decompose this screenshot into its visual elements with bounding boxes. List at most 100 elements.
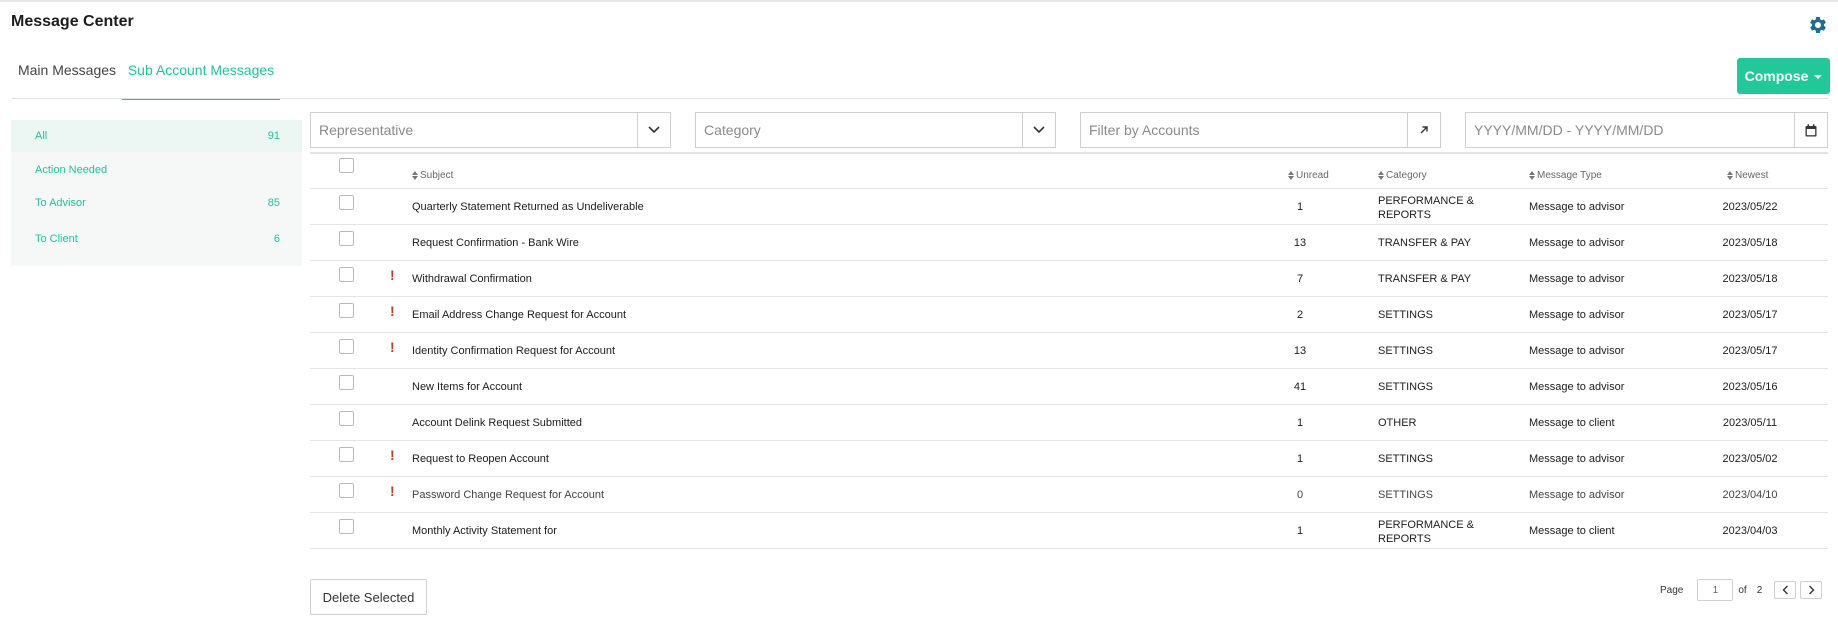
category-select[interactable] (696, 113, 1022, 147)
row-unread: 7 (1296, 273, 1304, 285)
category-dropdown-button[interactable] (1022, 113, 1055, 147)
row-checkbox[interactable] (339, 303, 354, 318)
sort-icon (1288, 171, 1294, 180)
calendar-icon (1805, 123, 1817, 136)
total-pages: 2 (1756, 584, 1763, 596)
sidebar-item-action-needed[interactable]: Action Needed (11, 154, 302, 186)
row-unread: 0 (1296, 489, 1304, 501)
column-header-message-type[interactable]: Message Type (1529, 170, 1602, 181)
row-subject: Request Confirmation - Bank Wire (412, 237, 579, 249)
row-checkbox[interactable] (339, 411, 354, 426)
alert-icon: ! (390, 303, 395, 319)
top-border (0, 0, 1838, 2)
row-checkbox[interactable] (339, 483, 354, 498)
tabs-divider (12, 98, 1828, 99)
column-header-subject[interactable]: Subject (412, 170, 453, 181)
select-all-checkbox[interactable] (339, 158, 354, 173)
sidebar-item-count: 6 (273, 233, 280, 245)
sidebar-item-label: To Client (35, 233, 78, 245)
row-checkbox[interactable] (339, 339, 354, 354)
row-message-type: Message to advisor (1529, 345, 1625, 357)
row-checkbox[interactable] (339, 519, 354, 534)
alert-icon: ! (390, 483, 395, 499)
table-row[interactable]: ! Withdrawal Confirmation 7 TRANSFER & P… (310, 261, 1828, 297)
row-message-type: Message to advisor (1529, 237, 1625, 249)
gear-icon[interactable] (1808, 15, 1828, 35)
table-row[interactable]: Quarterly Statement Returned as Undelive… (310, 189, 1828, 225)
row-checkbox[interactable] (339, 375, 354, 390)
of-label: of (1738, 584, 1747, 596)
table-header: Subject Unread Category Message Type New… (310, 152, 1828, 189)
table-row[interactable]: Request Confirmation - Bank Wire 13 TRAN… (310, 225, 1828, 261)
delete-selected-button[interactable]: Delete Selected (310, 579, 427, 615)
row-checkbox[interactable] (339, 267, 354, 282)
sidebar-item-all[interactable]: All 91 (11, 120, 302, 152)
table-row[interactable]: Monthly Activity Statement for 1 PERFORM… (310, 513, 1828, 549)
chevron-left-icon (1782, 585, 1788, 595)
row-message-type: Message to advisor (1529, 489, 1625, 501)
table-row[interactable]: New Items for Account 41 SETTINGS Messag… (310, 369, 1828, 405)
representative-dropdown-button[interactable] (637, 113, 670, 147)
sort-icon (1727, 171, 1733, 180)
page-number-input[interactable] (1697, 579, 1734, 601)
alert-icon: ! (390, 267, 395, 283)
tab-sub-account-messages[interactable]: Sub Account Messages (122, 50, 280, 100)
row-message-type: Message to advisor (1529, 453, 1625, 465)
table-row[interactable]: Account Delink Request Submitted 1 OTHER… (310, 405, 1828, 441)
table-row[interactable]: ! Identity Confirmation Request for Acco… (310, 333, 1828, 369)
date-range-input[interactable] (1466, 113, 1794, 147)
row-newest: 2023/04/03 (1722, 525, 1778, 537)
row-unread: 1 (1296, 525, 1304, 537)
row-newest: 2023/05/11 (1722, 417, 1778, 429)
sidebar-item-label: Action Needed (35, 164, 108, 176)
prev-page-button[interactable] (1774, 581, 1797, 599)
pagination: Page of 2 (1660, 579, 1823, 601)
chevron-down-icon (1033, 126, 1045, 134)
row-unread: 1 (1296, 453, 1304, 465)
row-category: OTHER (1378, 417, 1417, 429)
row-subject: Quarterly Statement Returned as Undelive… (412, 201, 644, 213)
row-message-type: Message to advisor (1529, 201, 1625, 213)
table-row[interactable]: ! Request to Reopen Account 1 SETTINGS M… (310, 441, 1828, 477)
category-filter (695, 112, 1056, 148)
row-message-type: Message to advisor (1529, 273, 1625, 285)
row-message-type: Message to advisor (1529, 381, 1625, 393)
row-checkbox[interactable] (339, 231, 354, 246)
column-header-category[interactable]: Category (1378, 170, 1427, 181)
row-checkbox[interactable] (339, 195, 354, 210)
row-subject: Identity Confirmation Request for Accoun… (412, 345, 615, 357)
accounts-filter-button[interactable] (1407, 113, 1440, 147)
compose-label: Compose (1744, 68, 1809, 84)
accounts-input[interactable] (1081, 113, 1407, 147)
representative-select[interactable] (311, 113, 637, 147)
table-row[interactable]: ! Password Change Request for Account 0 … (310, 477, 1828, 513)
row-subject: Monthly Activity Statement for (412, 525, 557, 537)
messages-table: Subject Unread Category Message Type New… (310, 152, 1828, 549)
sort-icon (1529, 171, 1535, 180)
row-unread: 1 (1296, 201, 1304, 213)
table-row[interactable]: ! Email Address Change Request for Accou… (310, 297, 1828, 333)
row-subject: Withdrawal Confirmation (412, 273, 532, 285)
sidebar-item-to-advisor[interactable]: To Advisor 85 (11, 187, 302, 219)
row-category: PERFORMANCE & REPORTS (1378, 195, 1474, 221)
tab-bar: Main Messages Sub Account Messages (0, 50, 1838, 100)
sidebar-item-to-client[interactable]: To Client 6 (11, 223, 302, 255)
tab-main-messages[interactable]: Main Messages (12, 50, 122, 100)
row-unread: 41 (1293, 381, 1307, 393)
representative-filter (310, 112, 671, 148)
row-category: TRANSFER & PAY (1378, 273, 1472, 285)
compose-button[interactable]: Compose (1737, 58, 1830, 94)
date-picker-button[interactable] (1794, 113, 1827, 147)
column-header-newest[interactable]: Newest (1727, 170, 1768, 181)
sort-icon (1378, 171, 1384, 180)
row-category: TRANSFER & PAY (1378, 237, 1472, 249)
row-unread: 13 (1293, 345, 1307, 357)
next-page-button[interactable] (1800, 581, 1823, 599)
column-header-unread[interactable]: Unread (1288, 170, 1329, 181)
row-newest: 2023/05/16 (1722, 381, 1778, 393)
folder-sidebar: All 91 Action Needed To Advisor 85 To Cl… (11, 120, 302, 266)
chevron-right-icon (1808, 585, 1815, 595)
accounts-filter (1080, 112, 1441, 148)
row-message-type: Message to advisor (1529, 309, 1625, 321)
row-checkbox[interactable] (339, 447, 354, 462)
